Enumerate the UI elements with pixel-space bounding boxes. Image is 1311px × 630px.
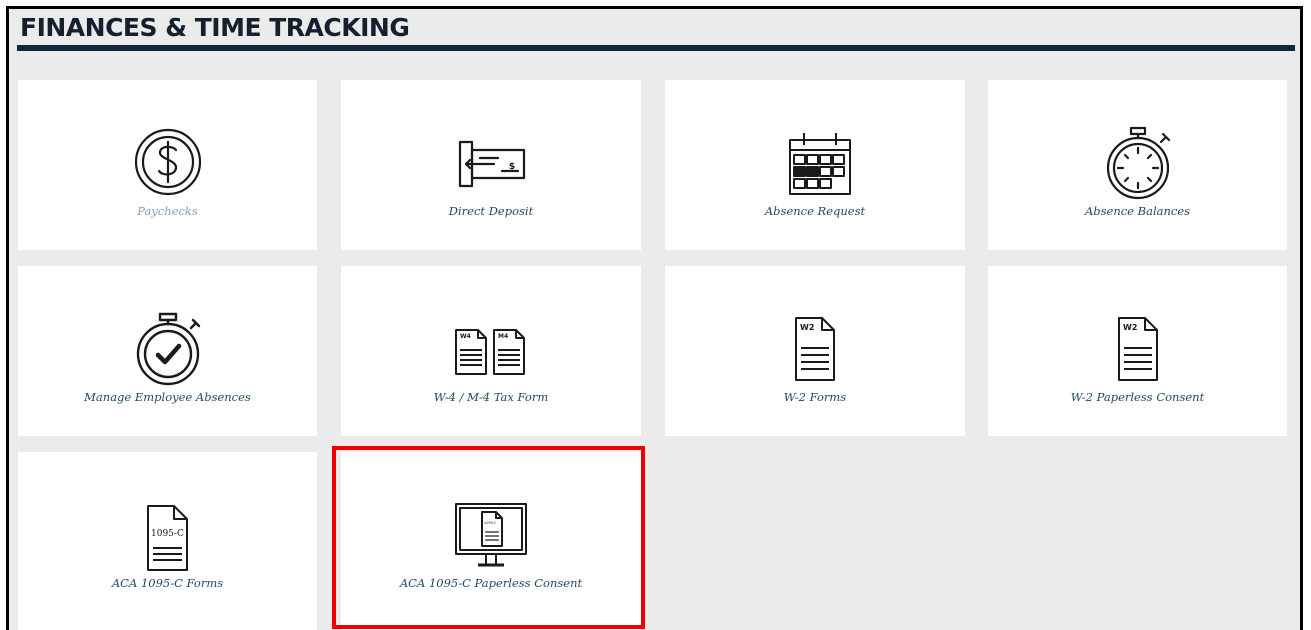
svg-text:W2: W2 [1123,323,1137,332]
section-title: FINANCES & TIME TRACKING [20,13,410,42]
1095c-document-icon: 1095-C [123,492,213,582]
check-deposit-icon: $ [446,120,536,210]
tile-label: W-2 Forms [783,390,847,404]
tile-aca-1095c-forms[interactable]: 1095-C ACA 1095-C Forms [18,452,317,630]
calendar-icon [770,120,860,210]
svg-text:1095-C: 1095-C [151,529,184,539]
tile-label: Direct Deposit [448,204,534,218]
tile-label: Absence Balances [1084,204,1191,218]
tile-paychecks[interactable]: Paychecks [18,80,317,250]
tile-label: W-4 / M-4 Tax Form [433,390,549,404]
tile-label: W-2 Paperless Consent [1070,390,1205,404]
tile-label: Absence Request [764,204,866,218]
svg-text:M4: M4 [498,333,508,340]
tile-absence-request[interactable]: Absence Request [665,80,965,250]
tile-aca-1095c-paperless-consent[interactable]: 1095-C ACA 1095-C Paperless Consent [341,452,641,630]
tile-direct-deposit[interactable]: $ Direct Deposit [341,80,641,250]
title-underline [17,45,1295,51]
svg-text:1095-C: 1095-C [484,521,497,525]
w2-document-icon: W2 [1093,306,1183,396]
tile-w2-forms[interactable]: W2 W-2 Forms [665,266,965,436]
tile-label: Manage Employee Absences [84,390,251,404]
tile-w2-paperless-consent[interactable]: W2 W-2 Paperless Consent [988,266,1287,436]
svg-text:W4: W4 [460,333,471,340]
tile-absence-balances[interactable]: Absence Balances [988,80,1287,250]
tax-forms-icon: W4 M4 [446,306,536,396]
stopwatch-icon [1093,120,1183,210]
tile-w4-m4-tax-form[interactable]: W4 M4 W-4 / M-4 Tax Form [341,266,641,436]
tile-label: ACA 1095-C Forms [111,576,224,590]
stopwatch-check-icon [123,306,213,396]
svg-text:W2: W2 [800,323,814,332]
dollar-coin-icon [123,120,213,210]
w2-document-icon: W2 [770,306,860,396]
finances-section: FINANCES & TIME TRACKING Paychecks $ Dir… [6,6,1303,630]
svg-text:$: $ [509,162,515,172]
tile-manage-employee-absences[interactable]: Manage Employee Absences [18,266,317,436]
tile-label: ACA 1095-C Paperless Consent [399,576,583,590]
monitor-document-icon: 1095-C [446,492,536,582]
tile-label: Paychecks [137,204,198,218]
